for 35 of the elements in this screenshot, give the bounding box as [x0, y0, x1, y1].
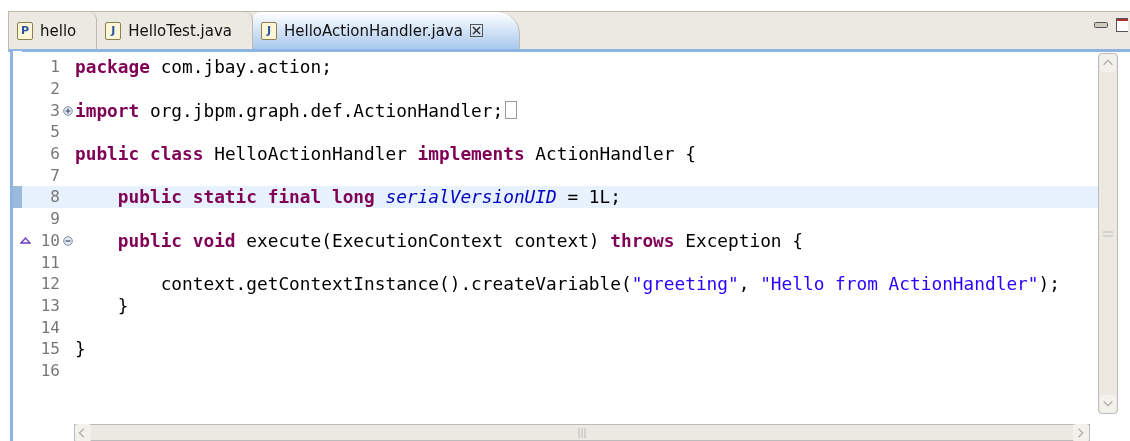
scroll-grip-icon	[1103, 230, 1113, 237]
line-number: 10	[40, 230, 60, 250]
line-number: 16	[40, 360, 60, 380]
collapse-icon[interactable]	[63, 235, 73, 246]
vertical-scrollbar[interactable]	[1098, 53, 1118, 414]
scroll-grip-icon	[578, 427, 586, 438]
line-number: 15	[40, 339, 60, 359]
line-number: 6	[50, 144, 60, 164]
file-icon: P	[17, 21, 33, 40]
line-number: 3	[50, 100, 60, 120]
code-line: }	[75, 338, 86, 360]
line-number: 13	[40, 295, 60, 315]
line-number: 12	[40, 274, 60, 294]
line-number: 8	[50, 187, 60, 207]
close-icon[interactable]	[469, 24, 483, 37]
code-line: public static final long serialVersionUID = 1L;	[116, 186, 621, 208]
line-number: 5	[50, 122, 60, 142]
code-line: public class HelloActionHandler implements ActionHandler {	[75, 143, 696, 165]
line-number: 1	[50, 57, 60, 77]
file-icon: J	[105, 21, 122, 40]
code-line: import org.jbpm.graph.def.ActionHandler;	[75, 99, 504, 121]
line-number: 7	[50, 165, 60, 185]
code-line: public void execute(ExecutionContext context) throws Exception {	[116, 229, 803, 251]
minimize-icon[interactable]	[1094, 21, 1108, 28]
line-number: 11	[40, 252, 60, 272]
line-number: 9	[50, 209, 60, 229]
code-line: context.getContextInstance().createVariable("greeting", "Hello from ActionHandler");	[159, 273, 1060, 295]
editor-tab[interactable]: J HelloActionHandler.java	[253, 12, 520, 49]
line-number: 14	[40, 317, 60, 337]
line-number: 2	[50, 79, 60, 99]
maximize-icon[interactable]	[1116, 17, 1128, 32]
code-line: package com.jbay.action;	[75, 56, 332, 78]
code-line: }	[116, 294, 129, 316]
file-icon: J	[261, 21, 277, 40]
expand-icon[interactable]	[63, 105, 73, 116]
